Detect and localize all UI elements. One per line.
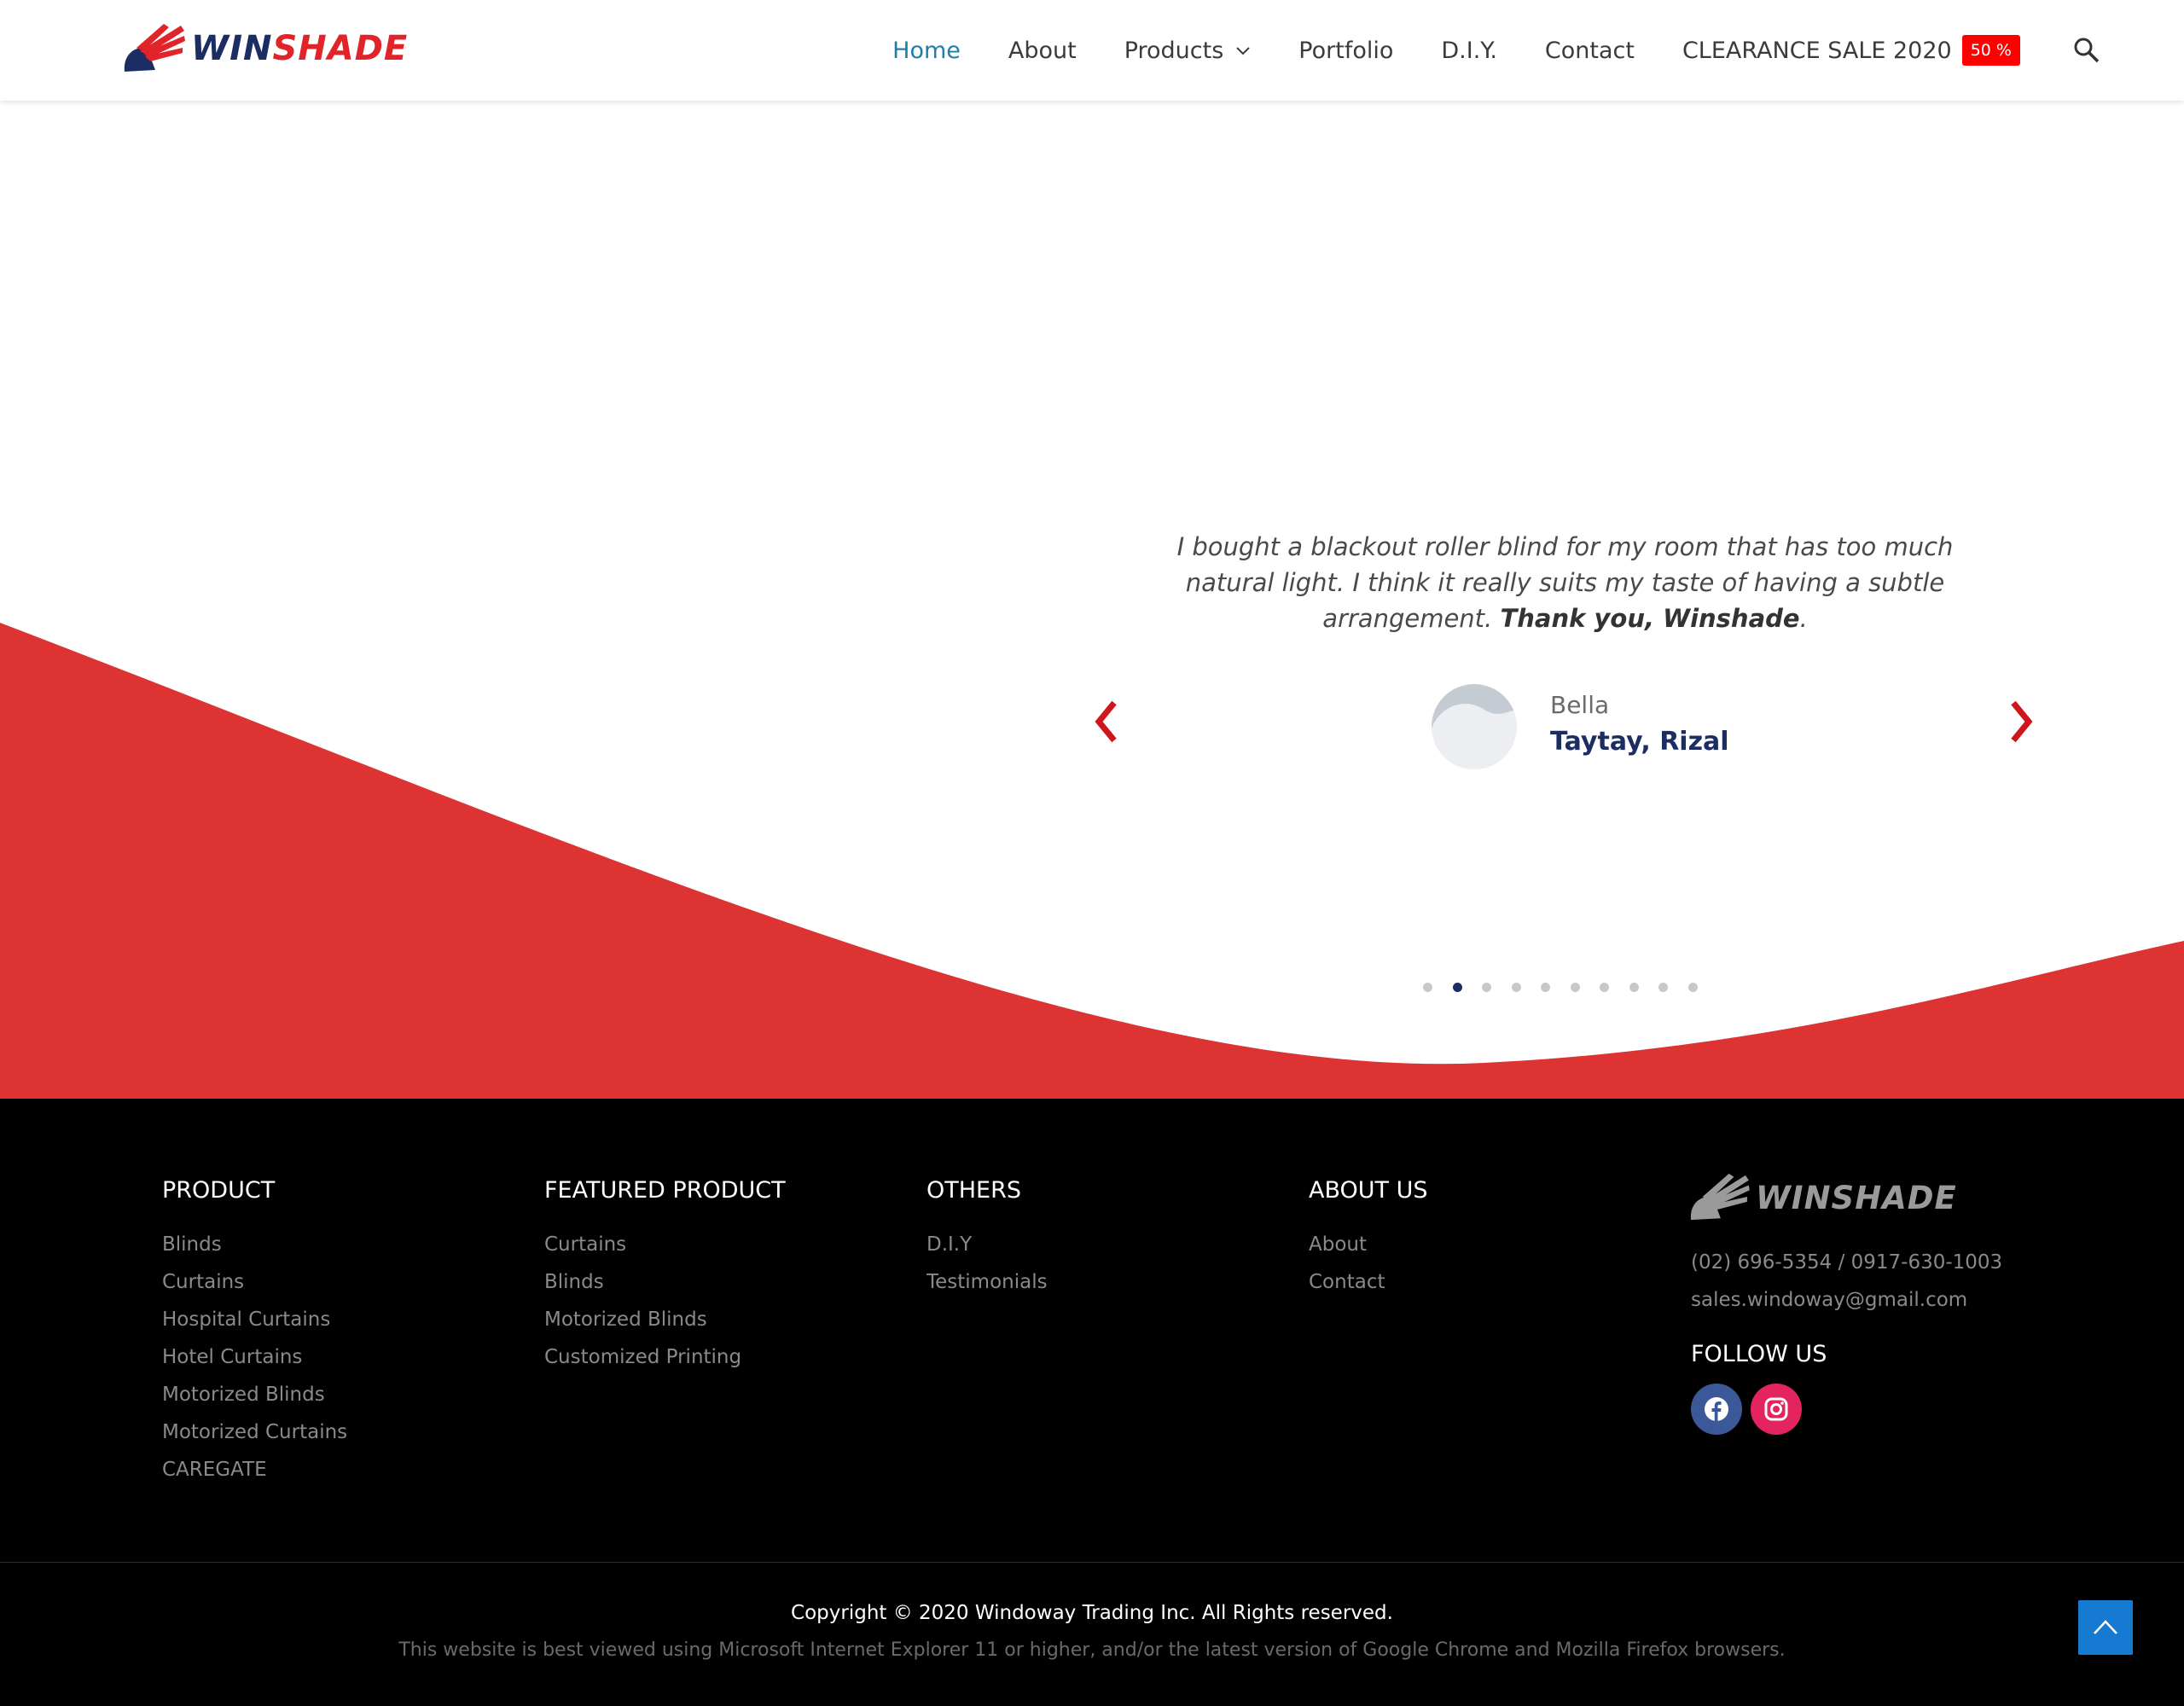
slider-dot[interactable] [1482, 983, 1491, 992]
nav-contact[interactable]: Contact [1545, 38, 1635, 64]
site-logo[interactable]: WINSHADE [121, 20, 408, 77]
nav-products[interactable]: Products [1124, 38, 1252, 64]
slider-dot[interactable] [1423, 983, 1432, 992]
nav-portfolio[interactable]: Portfolio [1298, 38, 1393, 64]
slider-dot[interactable] [1600, 983, 1609, 992]
slider-dot[interactable] [1687, 983, 1698, 992]
arrow-up-icon [2094, 1620, 2117, 1634]
footer-link[interactable]: Motorized Curtains [162, 1413, 347, 1451]
footer-link[interactable]: D.I.Y [926, 1226, 1048, 1263]
footer-link[interactable]: Curtains [162, 1263, 347, 1301]
scroll-to-top-button[interactable] [2078, 1600, 2133, 1655]
main-nav: Home About Products Portfolio D.I.Y. Con… [845, 0, 2102, 101]
footer-link[interactable]: Motorized Blinds [544, 1301, 786, 1338]
chevron-down-icon [1236, 47, 1251, 55]
chevron-right-icon[interactable] [2007, 698, 2037, 746]
avatar-placeholder-icon [1432, 684, 1517, 769]
footer-link[interactable]: CAREGATE [162, 1451, 347, 1488]
footer-col-others: OTHERS D.I.Y Testimonials [926, 1177, 1048, 1301]
footer-link[interactable]: About [1309, 1226, 1428, 1263]
nav-clearance-sale[interactable]: CLEARANCE SALE 2020 50 % [1682, 35, 2020, 66]
footer-link[interactable]: Customized Printing [544, 1338, 786, 1376]
footer-link[interactable]: Blinds [162, 1226, 347, 1263]
facebook-button[interactable] [1691, 1384, 1742, 1435]
site-header: WINSHADE Home About Products Portfolio D… [0, 0, 2184, 101]
slider-dot[interactable] [1511, 983, 1521, 992]
nav-diy[interactable]: D.I.Y. [1441, 38, 1497, 64]
testimonial-name: Bella [1550, 691, 1610, 719]
avatar [1432, 684, 1517, 769]
slider-dot[interactable] [1541, 983, 1550, 992]
quote-end: . [1799, 604, 1808, 633]
footer-link[interactable]: Contact [1309, 1263, 1428, 1301]
nav-home[interactable]: Home [892, 38, 961, 64]
slider-pagination [1423, 983, 1717, 992]
slider-dot[interactable] [1570, 983, 1580, 992]
slider-dot[interactable] [1658, 983, 1668, 992]
slider-dot[interactable] [1452, 983, 1462, 992]
footer-link[interactable]: Motorized Blinds [162, 1376, 347, 1413]
nav-about[interactable]: About [1008, 38, 1077, 64]
footer-phone: (02) 696-5354 / 0917-630-1003 [1691, 1251, 2003, 1274]
slider-dot[interactable] [1629, 983, 1639, 992]
footer-logo[interactable]: WINSHADE [1687, 1172, 1957, 1223]
copyright-text: Copyright © 2020 Windoway Trading Inc. A… [791, 1602, 1393, 1624]
follow-us-heading: FOLLOW US [1691, 1341, 1827, 1367]
footer-link[interactable]: Blinds [544, 1263, 786, 1301]
footer-link[interactable]: Curtains [544, 1226, 786, 1263]
nav-products-label: Products [1124, 37, 1224, 64]
footer-heading: ABOUT US [1309, 1177, 1428, 1204]
footer-divider [0, 1562, 2184, 1563]
quote-bold: Thank you, Winshade [1500, 604, 1800, 633]
logo-wordmark: WINSHADE [191, 29, 409, 68]
browser-note: This website is best viewed using Micros… [398, 1639, 1786, 1661]
footer-link[interactable]: Hospital Curtains [162, 1301, 347, 1338]
search-icon[interactable] [2071, 35, 2102, 66]
facebook-icon [1705, 1397, 1728, 1421]
logo-fan-icon [1690, 1173, 1750, 1221]
footer-email[interactable]: sales.windoway@gmail.com [1691, 1281, 2002, 1319]
chevron-left-icon[interactable] [1090, 698, 1121, 746]
sale-badge: 50 % [1961, 35, 2020, 66]
nav-clearance-label: CLEARANCE SALE 2020 [1682, 37, 1952, 64]
footer-col-featured: FEATURED PRODUCT Curtains Blinds Motoriz… [544, 1177, 786, 1376]
footer-heading: PRODUCT [162, 1177, 276, 1204]
footer-col-product: PRODUCT Blinds Curtains Hospital Curtain… [162, 1177, 347, 1488]
logo-fan-icon [124, 24, 185, 72]
instagram-icon [1764, 1397, 1788, 1421]
instagram-button[interactable] [1751, 1384, 1802, 1435]
footer-logo-wordmark: WINSHADE [1756, 1179, 1957, 1216]
testimonial-location: Taytay, Rizal [1550, 727, 1729, 757]
footer-heading: OTHERS [926, 1177, 1022, 1204]
footer-col-about: ABOUT US About Contact [1309, 1177, 1428, 1301]
footer-heading: FEATURED PRODUCT [544, 1177, 786, 1204]
testimonial-quote: I bought a blackout roller blind for my … [1153, 529, 1977, 636]
footer-link[interactable]: Testimonials [926, 1263, 1048, 1301]
footer-link[interactable]: Hotel Curtains [162, 1338, 347, 1376]
footer-contact: (02) 696-5354 / 0917-630-1003 sales.wind… [1691, 1244, 2002, 1319]
